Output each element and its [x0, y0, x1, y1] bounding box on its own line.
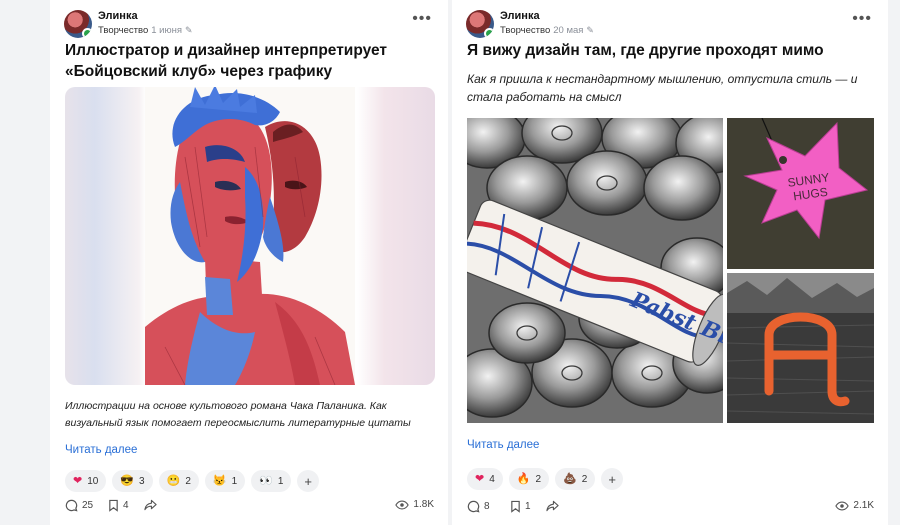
reaction-count: 2 [581, 473, 588, 485]
fire-icon: 🔥 [516, 472, 531, 485]
bookmarks-count: 1 [525, 501, 531, 512]
share-arrow-icon [144, 499, 157, 511]
angry-cat-face-icon: 😾 [212, 474, 227, 487]
post-image-illustration[interactable] [65, 87, 435, 385]
eye-icon [835, 501, 850, 510]
avatar[interactable] [466, 10, 494, 38]
views-count: 2.1K [853, 500, 874, 511]
share-button[interactable] [546, 500, 559, 512]
reaction-eyes[interactable]: 👀 1 [251, 470, 292, 492]
post-card-design-thinking: Элинка Творчество 20 мая ✎ ••• Я вижу диза… [452, 0, 888, 525]
comment-icon [467, 500, 480, 513]
bookmark-icon [511, 500, 520, 513]
post-title[interactable]: Я вижу дизайн там, где другие проходят м… [467, 40, 872, 61]
beer-cans-photo: Pabst Blue Ribbon BEER [467, 118, 723, 423]
post-meta: Творчество 1 июня ✎ [98, 25, 193, 36]
reaction-poop[interactable]: 💩 2 [555, 468, 596, 490]
bookmark-button[interactable]: 4 [108, 499, 129, 512]
comments-count: 25 [82, 500, 94, 511]
more-options-icon[interactable]: ••• [852, 11, 872, 27]
reaction-count: 4 [489, 473, 495, 485]
post-subtitle: Как я пришла к нестандартному мышлению, … [467, 72, 858, 104]
post-title[interactable]: Иллюстратор и дизайнер интерпретирует «Б… [65, 40, 432, 82]
online-badge [82, 28, 92, 38]
eyes-icon: 👀 [259, 474, 273, 487]
gallery-image-star-tag[interactable]: SUNNY HUGS [727, 118, 874, 269]
post-header: Элинка Творчество 1 июня ✎ ••• [64, 8, 434, 38]
edited-pencil-icon: ✎ [185, 25, 193, 35]
reaction-count: 1 [231, 475, 238, 487]
add-reaction-button[interactable]: + [297, 470, 319, 492]
comment-icon [65, 499, 78, 512]
read-more-link[interactable]: Читать далее [467, 439, 539, 451]
bookmark-button[interactable]: 1 [510, 500, 531, 513]
comments-button[interactable]: 8 [467, 500, 490, 513]
views-counter: 2.1K [835, 500, 874, 511]
post-footer: 25 4 1.8K [65, 499, 434, 517]
post-description: Иллюстрации на основе культового романа … [65, 400, 411, 429]
sunny-hugs-star-photo: SUNNY HUGS [727, 118, 874, 269]
reactions-bar: ❤ 4 🔥 2 💩 2 + [467, 468, 623, 490]
share-arrow-icon [546, 500, 559, 512]
reaction-heart[interactable]: ❤ 4 [467, 468, 503, 490]
image-blur-edge [357, 87, 435, 385]
reaction-heart[interactable]: ❤ 10 [65, 470, 107, 492]
grimacing-face-icon: 😬 [166, 474, 181, 487]
post-image-gallery[interactable]: Pabst Blue Ribbon BEER SUNNY HUGS [467, 118, 874, 423]
bookmarks-count: 4 [123, 500, 129, 511]
views-count: 1.8K [413, 499, 434, 510]
sunglasses-face-icon: 😎 [120, 474, 135, 487]
letter-a-landscape-photo [727, 273, 874, 423]
reaction-sunglasses[interactable]: 😎 3 [112, 470, 153, 492]
edited-pencil-icon: ✎ [586, 25, 594, 35]
heart-icon: ❤ [73, 474, 83, 487]
more-options-icon[interactable]: ••• [412, 11, 432, 27]
fight-club-portrait-illustration [145, 87, 355, 385]
reaction-fire[interactable]: 🔥 2 [508, 468, 550, 490]
feed: Элинка Творчество 1 июня ✎ ••• Иллюстратор… [0, 0, 900, 525]
views-counter: 1.8K [395, 499, 434, 510]
author-name[interactable]: Элинка [98, 10, 138, 22]
share-button[interactable] [144, 499, 157, 511]
reaction-angry-cat[interactable]: 😾 1 [204, 470, 246, 492]
reactions-bar: ❤ 10 😎 3 😬 2 😾 1 👀 1 + [65, 470, 319, 492]
post-footer: 8 1 2.1K [467, 500, 874, 518]
gallery-image-letter-a[interactable] [727, 273, 874, 423]
post-date: 20 мая [553, 25, 584, 36]
post-card-fight-club: Элинка Творчество 1 июня ✎ ••• Иллюстратор… [50, 0, 448, 525]
reaction-count: 1 [277, 475, 284, 487]
gallery-image-cans[interactable]: Pabst Blue Ribbon BEER [467, 118, 723, 423]
reaction-count: 3 [139, 475, 145, 487]
author-name[interactable]: Элинка [500, 10, 540, 22]
add-reaction-button[interactable]: + [601, 468, 623, 490]
avatar[interactable] [64, 10, 92, 38]
post-meta: Творчество 20 мая ✎ [500, 25, 594, 36]
reaction-count: 10 [87, 475, 99, 487]
category-label[interactable]: Творчество [500, 25, 550, 36]
post-header: Элинка Творчество 20 мая ✎ ••• [466, 8, 874, 38]
online-badge [484, 28, 494, 38]
bookmark-icon [109, 499, 118, 512]
poop-icon: 💩 [563, 472, 577, 485]
eye-icon [395, 500, 410, 509]
reaction-count: 2 [535, 473, 542, 485]
category-label[interactable]: Творчество [98, 25, 148, 36]
post-date: 1 июня [151, 25, 182, 36]
comments-button[interactable]: 25 [65, 499, 93, 512]
heart-icon: ❤ [475, 472, 485, 485]
comments-count: 8 [484, 501, 490, 512]
reaction-grimacing[interactable]: 😬 2 [158, 470, 199, 492]
read-more-link[interactable]: Читать далее [65, 444, 137, 456]
reaction-count: 2 [185, 475, 191, 487]
